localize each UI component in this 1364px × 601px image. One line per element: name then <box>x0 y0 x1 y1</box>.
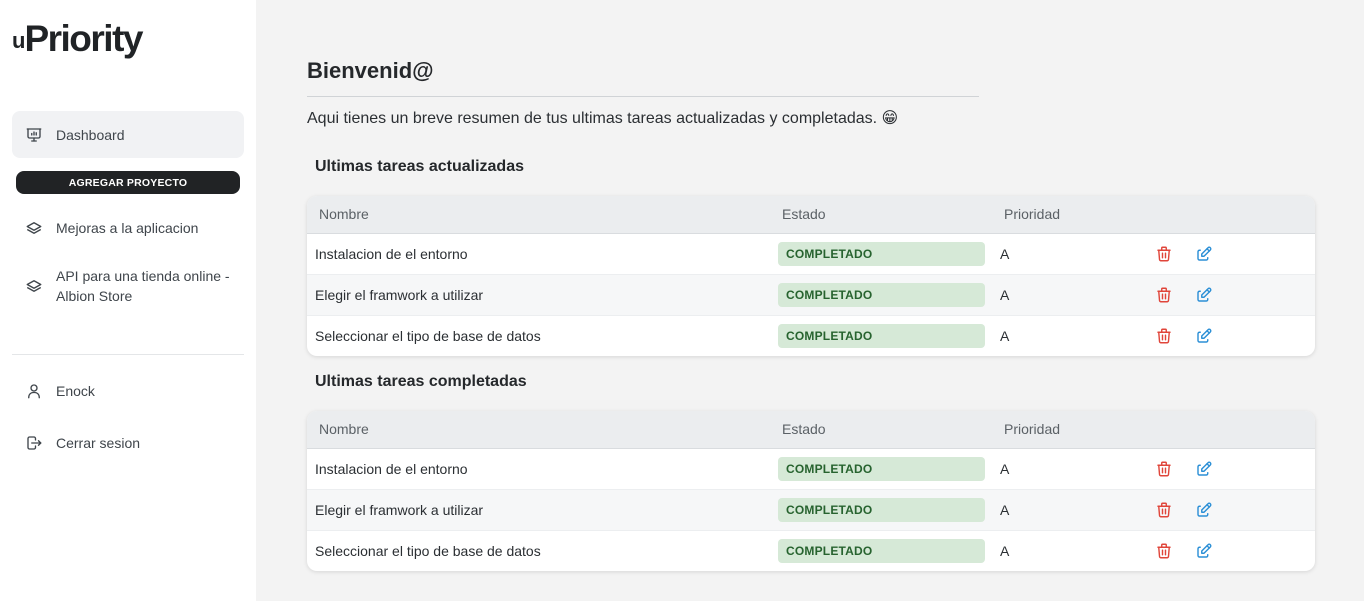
logo-text: Priority <box>24 18 143 59</box>
table-row: Elegir el framwork a utilizar COMPLETADO… <box>307 489 1315 530</box>
status-badge: COMPLETADO <box>778 538 985 563</box>
row-actions <box>1150 286 1315 304</box>
sidebar-item-label: Cerrar sesion <box>56 435 141 451</box>
sidebar-item-label: Enock <box>56 383 95 399</box>
task-priority: A <box>1000 542 1010 559</box>
delete-icon[interactable] <box>1155 286 1173 304</box>
table-row: Elegir el framwork a utilizar COMPLETADO… <box>307 274 1315 315</box>
sidebar-divider <box>12 354 244 355</box>
add-project-button[interactable]: AGREGAR PROYECTO <box>16 171 240 194</box>
delete-icon[interactable] <box>1155 501 1173 519</box>
task-priority: A <box>1000 245 1010 262</box>
task-name: Instalacion de el entorno <box>315 245 468 262</box>
status-badge: COMPLETADO <box>778 456 985 481</box>
task-priority: A <box>1000 460 1010 477</box>
table-row: Seleccionar el tipo de base de datos COM… <box>307 315 1315 356</box>
sidebar-item-user[interactable]: Enock <box>12 371 244 411</box>
task-name: Elegir el framwork a utilizar <box>315 286 484 303</box>
page-subtitle: Aqui tienes un breve resumen de tus ulti… <box>307 110 899 127</box>
column-header-state: Estado <box>782 206 826 223</box>
sidebar-item-project[interactable]: Mejoras a la aplicacion <box>12 208 244 248</box>
row-actions <box>1150 542 1315 560</box>
page-title: Bienvenid@ <box>307 58 434 83</box>
table-row: Seleccionar el tipo de base de datos COM… <box>307 530 1315 571</box>
status-badge: COMPLETADO <box>778 241 985 266</box>
task-priority: A <box>1000 501 1010 518</box>
task-priority: A <box>1000 286 1010 303</box>
edit-icon[interactable] <box>1195 327 1213 345</box>
sidebar-item-label: Dashboard <box>56 126 125 143</box>
task-name: Elegir el framwork a utilizar <box>315 501 484 518</box>
column-header-name: Nombre <box>319 421 369 438</box>
table-header-row: Nombre Estado Prioridad <box>307 411 1315 448</box>
updated-tasks-table: Nombre Estado Prioridad Instalacion de e… <box>307 196 1315 356</box>
logo-prefix: u <box>12 28 26 53</box>
status-badge: COMPLETADO <box>778 497 985 522</box>
user-icon <box>12 382 56 400</box>
task-name: Seleccionar el tipo de base de datos <box>315 542 541 559</box>
column-header-name: Nombre <box>319 206 369 223</box>
table-body: Instalacion de el entorno COMPLETADO A E… <box>307 448 1315 571</box>
section-heading-completed: Ultimas tareas completadas <box>315 373 527 390</box>
title-divider <box>307 96 979 97</box>
presentation-icon <box>12 126 56 144</box>
column-header-actions <box>1150 196 1315 233</box>
edit-icon[interactable] <box>1195 542 1213 560</box>
row-actions <box>1150 460 1315 478</box>
delete-icon[interactable] <box>1155 460 1173 478</box>
app-root: u Priority Dashboard AGREGAR PROYECTO Me… <box>0 0 1364 601</box>
task-priority: A <box>1000 327 1010 344</box>
table-row: Instalacion de el entorno COMPLETADO A <box>307 448 1315 489</box>
column-header-priority: Prioridad <box>1004 206 1061 223</box>
section-heading-updated: Ultimas tareas actualizadas <box>315 158 524 175</box>
table-body: Instalacion de el entorno COMPLETADO A E… <box>307 233 1315 356</box>
table-header-row: Nombre Estado Prioridad <box>307 196 1315 233</box>
edit-icon[interactable] <box>1195 286 1213 304</box>
sidebar-item-dashboard[interactable]: Dashboard <box>12 111 244 158</box>
delete-icon[interactable] <box>1155 327 1173 345</box>
sidebar-item-project[interactable]: API para una tienda online - Albion Stor… <box>12 264 244 308</box>
completed-tasks-table: Nombre Estado Prioridad Instalacion de e… <box>307 411 1315 571</box>
edit-icon[interactable] <box>1195 460 1213 478</box>
column-header-priority: Prioridad <box>1004 421 1061 438</box>
row-actions <box>1150 501 1315 519</box>
status-badge: COMPLETADO <box>778 323 985 348</box>
main-content: Bienvenid@ Aqui tienes un breve resumen … <box>256 0 1364 601</box>
sidebar-item-label: API para una tienda online - Albion Stor… <box>56 268 230 304</box>
column-header-state: Estado <box>782 421 826 438</box>
row-actions <box>1150 327 1315 345</box>
layers-icon <box>12 219 56 237</box>
delete-icon[interactable] <box>1155 542 1173 560</box>
task-name: Seleccionar el tipo de base de datos <box>315 327 541 344</box>
table-row: Instalacion de el entorno COMPLETADO A <box>307 233 1315 274</box>
edit-icon[interactable] <box>1195 501 1213 519</box>
sidebar: u Priority Dashboard AGREGAR PROYECTO Me… <box>0 0 256 601</box>
sidebar-item-label: Mejoras a la aplicacion <box>56 220 199 236</box>
delete-icon[interactable] <box>1155 245 1173 263</box>
row-actions <box>1150 245 1315 263</box>
edit-icon[interactable] <box>1195 245 1213 263</box>
task-name: Instalacion de el entorno <box>315 460 468 477</box>
sidebar-item-logout[interactable]: Cerrar sesion <box>12 423 244 463</box>
logout-icon <box>12 434 56 452</box>
app-logo[interactable]: u Priority <box>12 18 143 60</box>
layers-icon <box>12 277 56 295</box>
status-badge: COMPLETADO <box>778 282 985 307</box>
column-header-actions <box>1150 411 1315 448</box>
